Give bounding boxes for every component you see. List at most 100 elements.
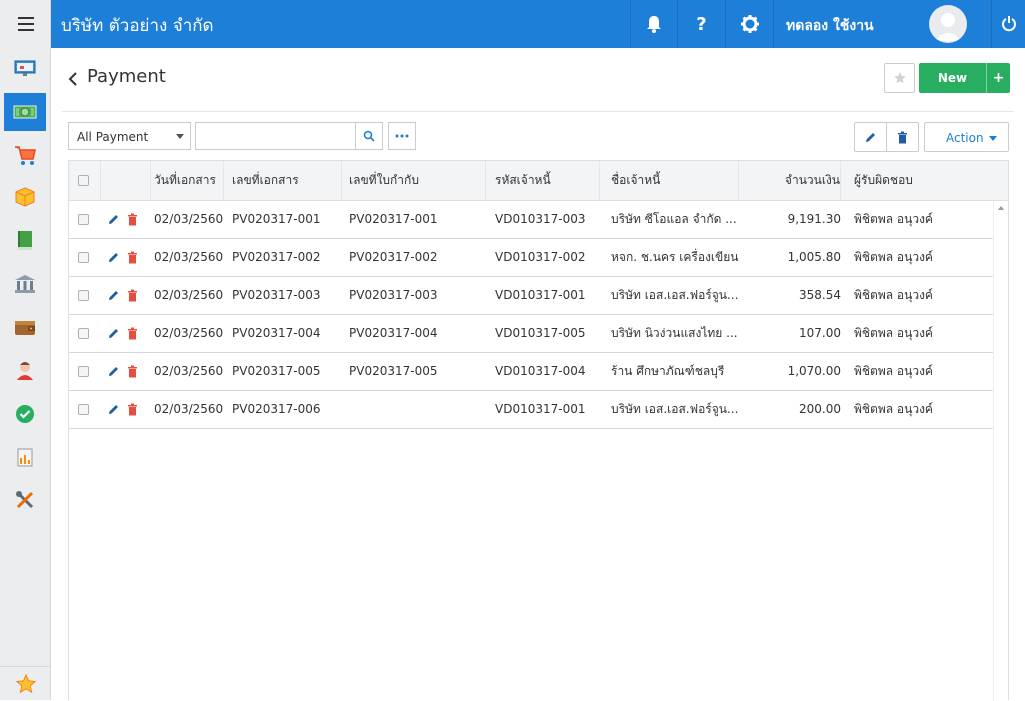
cell-doc-no: PV020317-005 xyxy=(232,364,321,378)
user-menu[interactable]: ทดลอง ใช้งาน xyxy=(773,0,991,48)
bell-icon[interactable] xyxy=(630,0,677,48)
dashboard-icon[interactable] xyxy=(4,49,46,87)
favorites-star-icon[interactable] xyxy=(0,666,51,700)
tools-icon[interactable] xyxy=(4,481,46,519)
cell-invoice-no: PV020317-005 xyxy=(349,364,438,378)
table-row[interactable]: 02/03/2560 PV020317-006 VD010317-001 บริษัท… xyxy=(69,391,993,429)
cart-icon[interactable] xyxy=(4,136,46,174)
row-checkbox[interactable] xyxy=(78,366,89,377)
trash-icon[interactable] xyxy=(127,251,138,264)
trash-icon[interactable] xyxy=(127,213,138,226)
page-title: Payment xyxy=(87,66,166,87)
cell-doc-no: PV020317-004 xyxy=(232,326,321,340)
search-button[interactable] xyxy=(355,122,383,150)
cell-amount: 1,005.80 xyxy=(787,250,841,264)
cell-invoice-no: PV020317-002 xyxy=(349,250,438,264)
top-bar: บริษัท ตัวอย่าง จำกัด ? ทดลอง ใช้งาน xyxy=(51,0,1025,48)
pencil-icon xyxy=(866,132,875,142)
column-header[interactable]: เลขที่ใบกำกับ xyxy=(349,161,486,200)
more-options-button[interactable] xyxy=(388,122,416,150)
row-checkbox[interactable] xyxy=(78,252,89,263)
menu-icon[interactable] xyxy=(0,0,51,48)
cell-creditor-code: VD010317-002 xyxy=(495,250,586,264)
row-checkbox[interactable] xyxy=(78,328,89,339)
help-icon[interactable]: ? xyxy=(677,0,725,48)
add-dropdown-button[interactable]: + xyxy=(986,63,1010,93)
cell-owner: พิชิตพล อนุวงค์ xyxy=(854,212,933,226)
cell-creditor-name: ร้าน ศึกษาภัณฑ์ชลบุรี xyxy=(611,364,725,378)
trash-icon[interactable] xyxy=(127,327,138,340)
box-icon[interactable] xyxy=(4,178,46,216)
column-header[interactable]: ชื่อเจ้าหนี้ xyxy=(611,161,739,200)
pencil-icon[interactable] xyxy=(107,289,120,302)
sidebar xyxy=(0,0,51,700)
table-row[interactable]: 02/03/2560 PV020317-005 PV020317-005 VD0103… xyxy=(69,353,993,391)
bank-icon[interactable] xyxy=(4,265,46,303)
trash-icon[interactable] xyxy=(127,365,138,378)
select-all-checkbox[interactable] xyxy=(78,175,89,186)
pencil-icon[interactable] xyxy=(107,403,120,416)
cell-doc-no: PV020317-001 xyxy=(232,212,321,226)
cell-date: 02/03/2560 xyxy=(154,250,224,264)
delete-button[interactable] xyxy=(886,122,919,152)
scroll-up-icon[interactable] xyxy=(998,206,1004,210)
pencil-icon[interactable] xyxy=(107,213,120,226)
column-header[interactable]: เลขที่เอกสาร xyxy=(232,161,342,200)
cell-creditor-code: VD010317-001 xyxy=(495,288,586,302)
cell-amount: 358.54 xyxy=(799,288,841,302)
money-icon[interactable] xyxy=(4,93,46,131)
gear-icon[interactable] xyxy=(725,0,773,48)
trash-icon[interactable] xyxy=(127,289,138,302)
cell-creditor-name: บริษัท นิวง่วนแสงไทย ... xyxy=(611,326,738,340)
table-row[interactable]: 02/03/2560 PV020317-003 PV020317-003 VD0103… xyxy=(69,277,993,315)
person-icon[interactable] xyxy=(4,351,46,389)
column-header[interactable]: วันที่เอกสาร xyxy=(154,161,224,200)
row-checkbox[interactable] xyxy=(78,404,89,415)
company-name: บริษัท ตัวอย่าง จำกัด xyxy=(61,16,214,36)
row-checkbox[interactable] xyxy=(78,290,89,301)
column-header[interactable]: ผู้รับผิดชอบ xyxy=(854,161,954,200)
wallet-icon[interactable] xyxy=(4,308,46,346)
action-label: Action xyxy=(946,131,984,145)
cell-owner: พิชิตพล อนุวงค์ xyxy=(854,326,933,340)
table-row[interactable]: 02/03/2560 PV020317-001 PV020317-001 VD0103… xyxy=(69,201,993,239)
avatar[interactable] xyxy=(929,5,967,43)
report-icon[interactable] xyxy=(4,438,46,476)
cell-date: 02/03/2560 xyxy=(154,288,224,302)
check-icon[interactable] xyxy=(4,395,46,433)
action-dropdown-button[interactable]: Action xyxy=(924,122,1009,152)
pencil-icon[interactable] xyxy=(107,365,120,378)
cell-creditor-name: หจก. ช.นคร เครื่องเขียน xyxy=(611,250,739,264)
row-checkbox[interactable] xyxy=(78,214,89,225)
ellipsis-icon xyxy=(395,134,409,138)
pencil-icon[interactable] xyxy=(107,327,120,340)
table-row[interactable]: 02/03/2560 PV020317-002 PV020317-002 VD0103… xyxy=(69,239,993,277)
cell-invoice-no: PV020317-004 xyxy=(349,326,438,340)
cell-doc-no: PV020317-003 xyxy=(232,288,321,302)
column-header[interactable]: จำนวนเงิน xyxy=(741,161,841,200)
pencil-icon[interactable] xyxy=(107,251,120,264)
cell-invoice-no: PV020317-001 xyxy=(349,212,438,226)
user-name: ทดลอง ใช้งาน xyxy=(786,18,874,34)
search-icon xyxy=(363,130,375,142)
payment-filter-select[interactable]: All Payment xyxy=(68,122,191,150)
new-button[interactable]: New xyxy=(919,63,986,93)
cell-creditor-code: VD010317-001 xyxy=(495,402,586,416)
column-header[interactable]: รหัสเจ้าหนี้ xyxy=(495,161,600,200)
search-input[interactable] xyxy=(195,122,356,150)
cell-invoice-no: PV020317-003 xyxy=(349,288,438,302)
table-row[interactable]: 02/03/2560 PV020317-004 PV020317-004 VD0103… xyxy=(69,315,993,353)
cell-owner: พิชิตพล อนุวงค์ xyxy=(854,288,933,302)
book-icon[interactable] xyxy=(4,221,46,259)
scrollbar[interactable] xyxy=(993,201,1008,701)
cell-amount: 107.00 xyxy=(799,326,841,340)
edit-button[interactable] xyxy=(854,122,887,152)
cell-date: 02/03/2560 xyxy=(154,364,224,378)
favorite-button[interactable] xyxy=(884,63,915,93)
chevron-down-icon xyxy=(989,136,997,141)
cell-owner: พิชิตพล อนุวงค์ xyxy=(854,250,933,264)
power-icon[interactable] xyxy=(991,0,1025,48)
cell-creditor-name: บริษัท เอส.เอส.ฟอร์จูน... xyxy=(611,288,739,302)
back-icon[interactable] xyxy=(66,70,80,88)
trash-icon[interactable] xyxy=(127,403,138,416)
